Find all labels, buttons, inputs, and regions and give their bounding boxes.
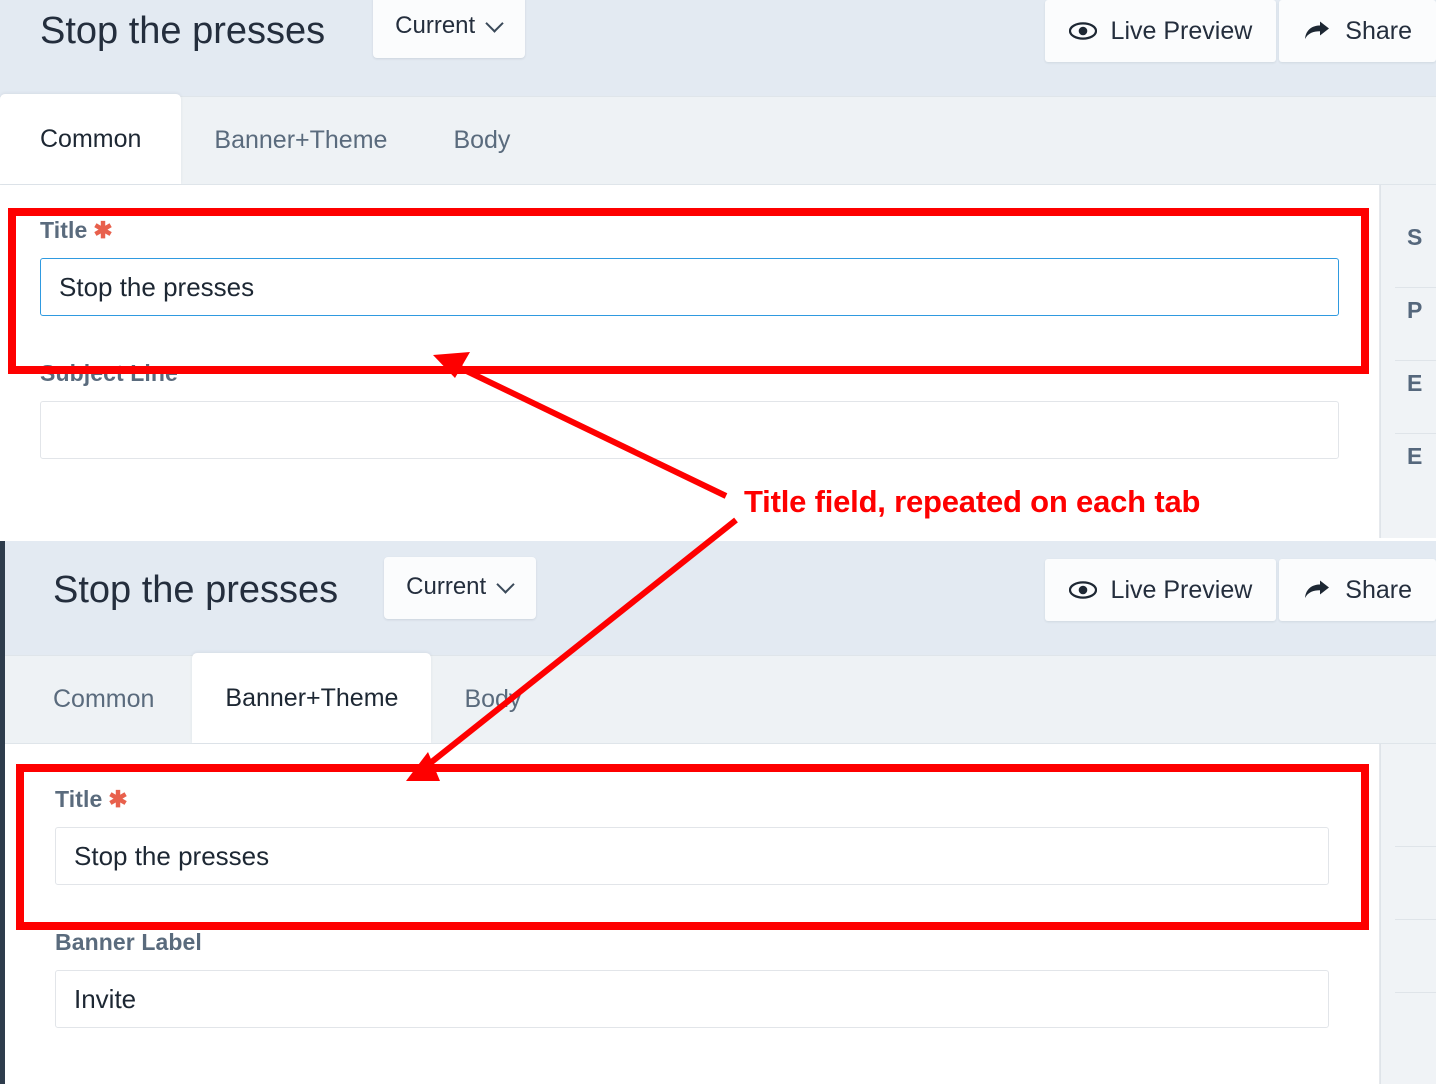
tab-bar: Common Banner+Theme Body [5,653,1436,744]
share-button[interactable]: Share [1279,559,1436,621]
subject-line-input[interactable] [40,401,1339,459]
sidebar-item-3[interactable] [1381,993,1436,1065]
chevron-down-icon [498,577,514,593]
tab-banner-theme[interactable]: Banner+Theme [181,97,420,184]
tab-body[interactable]: Body [420,97,543,184]
version-selector-label: Current [406,573,487,600]
field-subject-line: Subject Line [0,316,1379,459]
editor-panel-common-tab: Stop the presses Current Live Preview Sh… [0,0,1436,538]
title-input[interactable] [55,827,1329,885]
tab-body[interactable]: Body [431,656,554,743]
banner-label-input[interactable] [55,970,1329,1028]
field-title: Title ✱ [0,185,1379,316]
version-selector-button[interactable]: Current [373,0,526,58]
sidebar-item-0[interactable] [1381,774,1436,846]
share-label: Share [1345,16,1412,45]
share-arrow-icon [1303,579,1331,601]
right-sidebar: S P E E [1380,185,1436,538]
sidebar-item-0[interactable]: S [1381,215,1436,287]
live-preview-label: Live Preview [1110,575,1253,604]
title-input[interactable] [40,258,1339,316]
header-actions: Live Preview Share [1044,0,1436,62]
field-title: Title ✱ [5,744,1379,885]
field-label-banner-label: Banner Label [55,929,202,955]
chevron-down-icon [487,16,503,32]
share-label: Share [1345,575,1412,604]
right-sidebar [1380,744,1436,1084]
field-label-title: Title ✱ [55,786,128,812]
required-asterisk: ✱ [108,786,128,812]
tab-common[interactable]: Common [0,94,182,184]
version-selector-button[interactable]: Current [384,557,537,619]
sidebar-item-1[interactable] [1381,847,1436,919]
version-selector-label: Current [395,12,476,39]
form-area: Title✱ Banner Label [5,744,1436,1084]
page-title: Stop the presses [40,10,326,52]
header-actions: Live Preview Share [1044,559,1436,621]
live-preview-button[interactable]: Live Preview [1044,0,1277,62]
sidebar-item-3[interactable]: E [1381,434,1436,506]
field-banner-label: Banner Label [5,885,1379,1028]
form-column: Title✱ Banner Label [5,744,1380,1084]
tab-common[interactable]: Common [5,656,192,743]
panel-header: Stop the presses Current Live Preview Sh… [0,0,1436,96]
form-area: Title✱ Subject Line S P E E [0,185,1436,538]
share-arrow-icon [1303,20,1331,42]
sidebar-item-2[interactable] [1381,920,1436,992]
field-label-title: Title ✱ [40,217,113,243]
page-title: Stop the presses [53,569,339,611]
sidebar-item-1[interactable]: P [1381,288,1436,360]
sidebar-item-2[interactable]: E [1381,361,1436,433]
tab-banner-theme[interactable]: Banner+Theme [192,653,432,743]
tab-bar: Common Banner+Theme Body [0,94,1436,185]
annotation-label: Title field, repeated on each tab [744,484,1201,519]
live-preview-label: Live Preview [1110,16,1253,45]
eye-icon [1068,580,1097,600]
eye-icon [1068,21,1097,41]
panel-header: Stop the presses Current Live Preview Sh… [5,541,1436,655]
live-preview-button[interactable]: Live Preview [1044,559,1277,621]
field-label-subject-line: Subject Line [40,360,178,386]
share-button[interactable]: Share [1279,0,1436,62]
editor-panel-banner-theme-tab: Stop the presses Current Live Preview Sh… [0,538,1436,1084]
required-asterisk: ✱ [93,217,113,243]
